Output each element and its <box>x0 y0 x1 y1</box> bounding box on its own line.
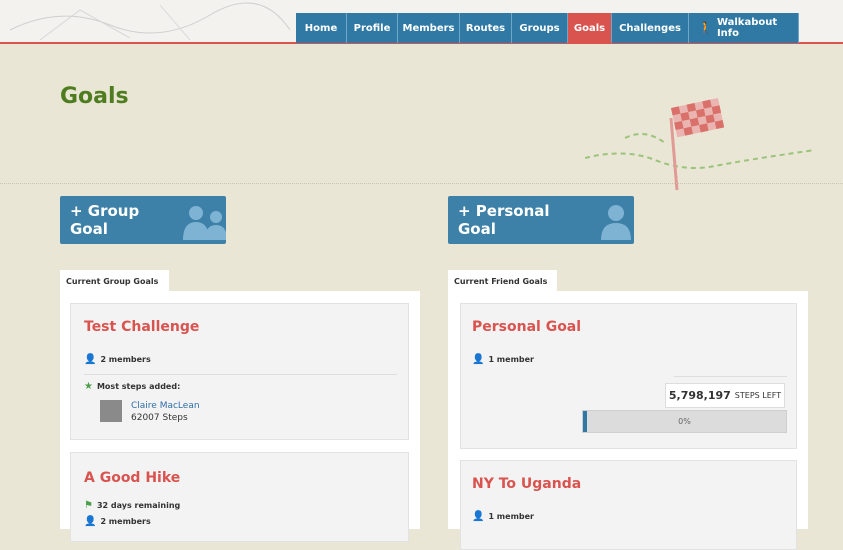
nav-members-label: Members <box>402 22 455 34</box>
add-personal-goal-label: + Personal Goal <box>458 202 550 238</box>
page-title: Goals <box>60 84 129 109</box>
members-count: 👤 1 member <box>472 511 534 522</box>
add-group-goal-label: + Group Goal <box>70 202 140 238</box>
progress-label: 0% <box>678 417 691 426</box>
nav-goals[interactable]: Goals <box>568 13 612 43</box>
avatar[interactable] <box>100 400 122 422</box>
map-sketch-decoration <box>9 2 291 41</box>
goal-title: Test Challenge <box>84 319 200 335</box>
add-personal-goal-button[interactable]: + Personal Goal <box>448 196 634 244</box>
members-count: 👤 1 member <box>472 354 534 365</box>
nav-walkabout-info-label: Walkabout Info <box>716 17 778 39</box>
walking-person-icon: 🚶 <box>698 21 713 35</box>
add-group-goal-button[interactable]: + Group Goal <box>60 196 226 244</box>
tab-current-group-goals-label: Current Group Goals <box>66 276 159 286</box>
steps-left-box: 5,798,197 STEPS LEFT <box>665 383 785 408</box>
member-icon: 👤 <box>472 354 485 365</box>
goal-title: NY To Uganda <box>472 476 582 492</box>
nav-routes-label: Routes <box>465 22 506 34</box>
nav-walkabout-info[interactable]: 🚶 Walkabout Info <box>689 13 799 43</box>
checkered-flag-icon <box>585 98 815 191</box>
nav-challenges-label: Challenges <box>619 22 681 34</box>
most-steps-text: Most steps added: <box>96 382 181 391</box>
members-count: 👤 2 members <box>84 354 151 365</box>
nav-home[interactable]: Home <box>296 13 347 43</box>
members-count-text: 2 members <box>100 517 151 526</box>
steps-left-unit: STEPS LEFT <box>734 391 782 400</box>
tab-current-friend-goals-label: Current Friend Goals <box>454 276 548 286</box>
member-icon: 👤 <box>472 511 485 522</box>
goal-title: A Good Hike <box>84 470 181 486</box>
friend-goal-card[interactable]: NY To Uganda 👤 1 member <box>460 460 797 550</box>
goal-progress-bar: 0% <box>582 410 787 433</box>
group-people-icon <box>182 206 226 240</box>
nav-groups-label: Groups <box>519 22 560 34</box>
nav-goals-label: Goals <box>573 22 606 34</box>
nav-routes[interactable]: Routes <box>460 13 512 43</box>
members-count-text: 1 member <box>488 355 534 364</box>
main-nav: Home Profile Members Routes Groups Goals… <box>296 13 799 43</box>
member-icon: 👤 <box>84 354 97 365</box>
most-steps-label: ★ Most steps added: <box>84 381 180 392</box>
nav-challenges[interactable]: Challenges <box>612 13 689 43</box>
star-icon: ★ <box>84 381 93 392</box>
nav-members[interactable]: Members <box>398 13 460 43</box>
member-icon: 👤 <box>84 516 97 527</box>
days-remaining: ⚑ 32 days remaining <box>84 500 180 511</box>
friend-goal-card[interactable]: Personal Goal 👤 1 member 5,798,197 STEPS… <box>460 303 797 449</box>
flag-icon: ⚑ <box>84 500 93 511</box>
nav-profile-label: Profile <box>353 22 391 34</box>
top-header: Home Profile Members Routes Groups Goals… <box>0 0 843 44</box>
members-count-text: 2 members <box>100 355 151 364</box>
tab-current-group-goals[interactable]: Current Group Goals <box>60 270 169 292</box>
nav-home-label: Home <box>304 22 338 34</box>
nav-profile[interactable]: Profile <box>347 13 398 43</box>
days-remaining-text: 32 days remaining <box>96 501 181 510</box>
leader-steps: 62007 Steps <box>131 413 188 423</box>
nav-groups[interactable]: Groups <box>512 13 568 43</box>
card-divider <box>84 374 397 375</box>
person-icon <box>600 205 631 240</box>
tab-current-friend-goals[interactable]: Current Friend Goals <box>448 270 557 292</box>
card-divider <box>674 376 787 377</box>
section-divider <box>0 183 843 184</box>
goal-title: Personal Goal <box>472 319 582 335</box>
group-goal-card[interactable]: Test Challenge 👤 2 members ★ Most steps … <box>70 303 409 440</box>
members-count-text: 1 member <box>488 512 534 521</box>
members-count: 👤 2 members <box>84 516 151 527</box>
steps-left-value: 5,798,197 <box>668 389 731 402</box>
progress-fill <box>583 411 588 432</box>
leader-name-link[interactable]: Claire MacLean <box>131 401 200 411</box>
